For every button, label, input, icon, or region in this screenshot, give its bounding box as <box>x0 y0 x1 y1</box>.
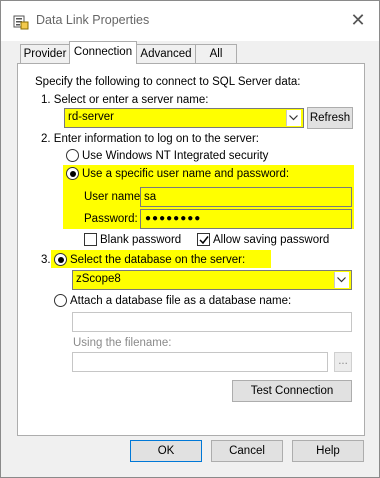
username-label: User name: <box>84 191 144 203</box>
intro-text: Specify the following to connect to SQL … <box>35 76 301 88</box>
nt-security-label[interactable]: Use Windows NT Integrated security <box>82 149 268 163</box>
data-link-icon <box>12 13 30 31</box>
ok-button[interactable]: OK <box>130 440 202 462</box>
tab-all[interactable]: All <box>195 44 237 63</box>
allow-saving-label[interactable]: Allow saving password <box>213 233 329 247</box>
allow-saving-checkbox[interactable] <box>197 233 210 246</box>
password-value: ●●●●●●●● <box>145 213 202 224</box>
specific-user-radio[interactable] <box>66 167 79 180</box>
database-combobox[interactable]: zScope8 <box>72 270 352 290</box>
tab-advanced[interactable]: Advanced <box>136 44 196 63</box>
server-name-value: rd-server <box>68 111 115 123</box>
blank-password-checkbox[interactable] <box>84 233 97 246</box>
username-value: sa <box>144 191 157 203</box>
filename-field[interactable] <box>72 352 328 372</box>
step2-label: 2. Enter information to log on to the se… <box>41 133 259 145</box>
attach-db-label[interactable]: Attach a database file as a database nam… <box>70 294 291 308</box>
database-value: zScope8 <box>76 273 121 285</box>
tab-connection[interactable]: Connection <box>69 41 137 64</box>
username-field[interactable]: sa <box>140 187 352 207</box>
checkmark-icon <box>199 236 209 245</box>
step1-label: 1. Select or enter a server name: <box>41 94 209 106</box>
refresh-button[interactable]: Refresh <box>307 107 353 129</box>
attach-db-name-field[interactable] <box>72 312 352 332</box>
select-db-radio[interactable] <box>54 253 67 266</box>
server-name-combobox[interactable]: rd-server <box>64 108 304 128</box>
step3-number: 3. <box>41 254 51 266</box>
blank-password-label[interactable]: Blank password <box>100 233 181 247</box>
close-icon[interactable]: ✕ <box>347 9 369 31</box>
password-label: Password: <box>84 213 138 225</box>
select-db-label[interactable]: Select the database on the server: <box>70 253 245 267</box>
window-title: Data Link Properties <box>36 13 150 27</box>
password-field[interactable]: ●●●●●●●● <box>140 209 352 229</box>
tab-provider[interactable]: Provider <box>20 44 70 63</box>
chevron-down-icon[interactable] <box>334 272 349 288</box>
help-button[interactable]: Help <box>292 440 364 462</box>
cancel-button[interactable]: Cancel <box>211 440 283 462</box>
test-connection-button[interactable]: Test Connection <box>232 380 352 402</box>
nt-security-radio[interactable] <box>66 149 79 162</box>
attach-db-radio[interactable] <box>54 294 67 307</box>
specific-user-label[interactable]: Use a specific user name and password: <box>82 167 289 181</box>
filename-label: Using the filename: <box>73 337 172 349</box>
chevron-down-icon[interactable] <box>286 110 301 126</box>
browse-button[interactable]: ... <box>334 352 352 372</box>
